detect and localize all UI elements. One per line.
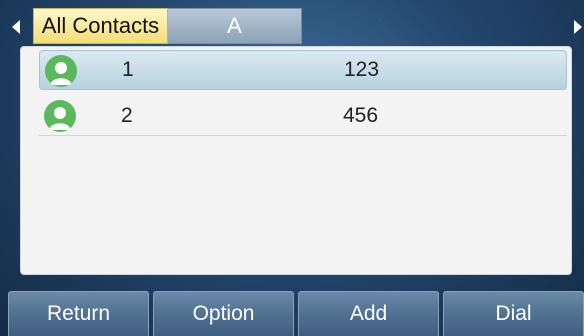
right-arrow-icon[interactable] [574,20,582,34]
return-button[interactable]: Return [8,291,149,336]
left-arrow-icon[interactable] [12,20,20,34]
softkey-bar: Return Option Add Dial [8,291,584,336]
tab-all-contacts[interactable]: All Contacts [33,8,168,44]
contact-avatar-icon [45,55,77,87]
tab-a[interactable]: A [168,8,302,44]
contact-name: 1 [122,58,134,81]
contact-avatar-icon [44,100,76,132]
add-button[interactable]: Add [298,291,439,336]
option-button[interactable]: Option [153,291,294,336]
contact-number: 123 [344,58,380,81]
tab-bar: All Contacts A [0,8,584,46]
contact-name: 2 [121,103,133,127]
contact-row[interactable]: 2 456 [39,96,567,136]
contact-number: 456 [343,103,379,127]
contact-row[interactable]: 1 123 [39,50,567,90]
dial-button[interactable]: Dial [443,291,584,336]
contact-list-panel: 1 123 2 456 [20,46,572,275]
